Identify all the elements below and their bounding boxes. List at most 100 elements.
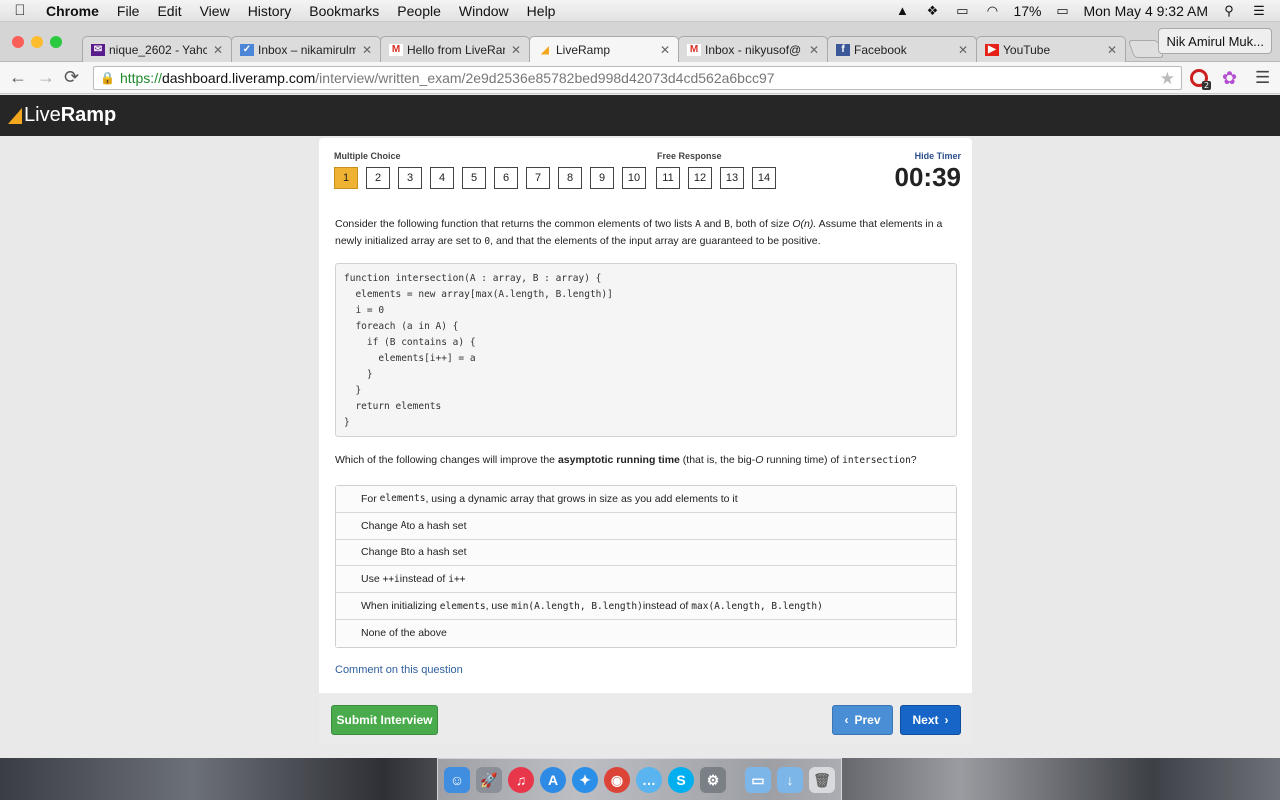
tab-yahoo-mail[interactable]: ✉ nique_2602 - Yahc ✕ (82, 36, 232, 62)
airplay-icon[interactable]: ▭ (953, 3, 971, 19)
clock[interactable]: Mon May 4 9:32 AM (1083, 3, 1208, 19)
answer-option-6[interactable]: None of the above (336, 619, 956, 647)
option-code: min(A.length, B.length) (511, 600, 643, 612)
menu-extras: ▲ ❖ ▭ ◠ 17% ▭ Mon May 4 9:32 AM ⚲ ☰ (893, 3, 1280, 19)
launchpad-icon[interactable]: 🚀 (476, 767, 502, 793)
answer-option-5[interactable]: When initializing elements, use min(A.le… (336, 593, 956, 620)
battery-icon[interactable]: ▭ (1053, 3, 1071, 19)
messages-icon[interactable]: … (636, 767, 662, 793)
question-ask: Which of the following changes will impr… (335, 454, 959, 466)
profile-button[interactable]: Nik Amirul Muk... (1158, 28, 1272, 54)
itunes-icon[interactable]: ♫ (508, 767, 534, 793)
adblock-extension-icon[interactable]: 2 (1190, 69, 1212, 90)
option-text: instead of (399, 573, 446, 586)
prev-button[interactable]: ‹ Prev (832, 705, 893, 735)
question-7-button[interactable]: 7 (526, 167, 550, 189)
menu-help[interactable]: Help (518, 3, 565, 19)
close-tab-icon[interactable]: ✕ (1107, 43, 1117, 57)
menu-history[interactable]: History (239, 3, 301, 19)
gmail-icon: M (389, 43, 403, 56)
question-9-button[interactable]: 9 (590, 167, 614, 189)
menu-window[interactable]: Window (450, 3, 518, 19)
extension-icon[interactable]: ✿ (1222, 68, 1237, 89)
menu-bookmarks[interactable]: Bookmarks (300, 3, 388, 19)
address-bar[interactable]: 🔒 https:// dashboard.liveramp.com /inter… (93, 66, 1182, 90)
question-6-button[interactable]: 6 (494, 167, 518, 189)
option-text: , use (485, 600, 509, 613)
back-icon[interactable]: ← (9, 67, 27, 88)
finder-icon[interactable]: ☺ (444, 767, 470, 793)
multiple-choice-label: Multiple Choice (334, 151, 401, 161)
wifi-icon[interactable]: ◠ (983, 3, 1001, 19)
dropbox-icon[interactable]: ❖ (923, 3, 941, 19)
question-8-button[interactable]: 8 (558, 167, 582, 189)
question-12-button[interactable]: 12 (688, 167, 712, 189)
close-tab-icon[interactable]: ✕ (362, 43, 372, 57)
question-10-button[interactable]: 10 (622, 167, 646, 189)
prompt-text: and (700, 218, 725, 230)
site-header: Live Ramp (0, 95, 1280, 136)
chrome-menu-icon[interactable]: ☰ (1255, 68, 1270, 88)
google-drive-icon[interactable]: ▲ (893, 3, 911, 19)
close-window-icon[interactable] (12, 36, 24, 48)
question-1-button[interactable]: 1 (334, 167, 358, 189)
safari-icon[interactable]: ✦ (572, 767, 598, 793)
app-store-icon[interactable]: A (540, 767, 566, 793)
menu-file[interactable]: File (108, 3, 149, 19)
question-4-button[interactable]: 4 (430, 167, 454, 189)
hide-timer-link[interactable]: Hide Timer (915, 151, 961, 161)
prompt-text: Consider the following function that ret… (335, 218, 696, 230)
ask-text: Which of the following changes will impr… (335, 454, 558, 466)
chevron-left-icon: ‹ (844, 713, 849, 727)
question-5-button[interactable]: 5 (462, 167, 486, 189)
option-text: , using a dynamic array that grows in si… (425, 492, 738, 505)
downloads-folder-icon[interactable]: ↓ (777, 767, 803, 793)
liveramp-icon: ◢ (541, 44, 549, 56)
close-tab-icon[interactable]: ✕ (958, 43, 968, 57)
menu-people[interactable]: People (388, 3, 450, 19)
tab-gmail-hello[interactable]: M Hello from LiveRar ✕ (380, 36, 530, 62)
question-2-button[interactable]: 2 (366, 167, 390, 189)
bookmark-star-icon[interactable]: ★ (1160, 69, 1175, 89)
tab-liveramp[interactable]: ◢ LiveRamp ✕ (529, 36, 679, 63)
minimize-window-icon[interactable] (31, 36, 43, 48)
chrome-icon[interactable]: ◉ (604, 767, 630, 793)
close-tab-icon[interactable]: ✕ (213, 43, 223, 57)
comment-link[interactable]: Comment on this question (335, 664, 463, 676)
spotlight-icon[interactable]: ⚲ (1220, 3, 1238, 19)
liveramp-logo[interactable]: Live Ramp (8, 104, 116, 127)
question-3-button[interactable]: 3 (398, 167, 422, 189)
submit-interview-button[interactable]: Submit Interview (331, 705, 438, 735)
question-13-button[interactable]: 13 (720, 167, 744, 189)
menu-edit[interactable]: Edit (148, 3, 190, 19)
menu-app-name[interactable]: Chrome (40, 3, 108, 19)
yahoo-mail-icon: ✉ (91, 43, 105, 56)
question-11-button[interactable]: 11 (656, 167, 680, 189)
next-button[interactable]: Next › (900, 705, 961, 735)
apple-menu-icon[interactable]:  (0, 2, 40, 19)
tab-inbox[interactable]: ✓ Inbox – nikamirulm ✕ (231, 36, 381, 62)
answer-option-3[interactable]: Change B to a hash set (336, 539, 956, 567)
tab-youtube[interactable]: ▶ YouTube ✕ (976, 36, 1126, 62)
zoom-window-icon[interactable] (50, 36, 62, 48)
notification-center-icon[interactable]: ☰ (1250, 3, 1268, 19)
close-tab-icon[interactable]: ✕ (511, 43, 521, 57)
forward-icon[interactable]: → (37, 67, 55, 88)
close-tab-icon[interactable]: ✕ (660, 43, 670, 57)
tab-gmail-inbox[interactable]: M Inbox - nikyusof@ ✕ (678, 36, 828, 62)
menu-view[interactable]: View (191, 3, 239, 19)
question-14-button[interactable]: 14 (752, 167, 776, 189)
ask-text: (that is, the big- (679, 454, 756, 466)
trash-icon[interactable]: 🗑 (809, 767, 835, 793)
answer-option-1[interactable]: For elements, using a dynamic array that… (336, 486, 956, 513)
answer-option-4[interactable]: Use ++i instead of i++ (336, 566, 956, 594)
close-tab-icon[interactable]: ✕ (809, 43, 819, 57)
system-preferences-icon[interactable]: ⚙ (700, 767, 726, 793)
applications-folder-icon[interactable]: ▭ (745, 767, 771, 793)
ask-text: running time) of (763, 454, 843, 466)
skype-icon[interactable]: S (668, 767, 694, 793)
tab-facebook[interactable]: f Facebook ✕ (827, 36, 977, 62)
exam-card: Multiple Choice Free Response Hide Timer… (319, 138, 972, 744)
answer-option-2[interactable]: Change A to a hash set (336, 512, 956, 540)
reload-icon[interactable]: ⟳ (64, 67, 79, 88)
